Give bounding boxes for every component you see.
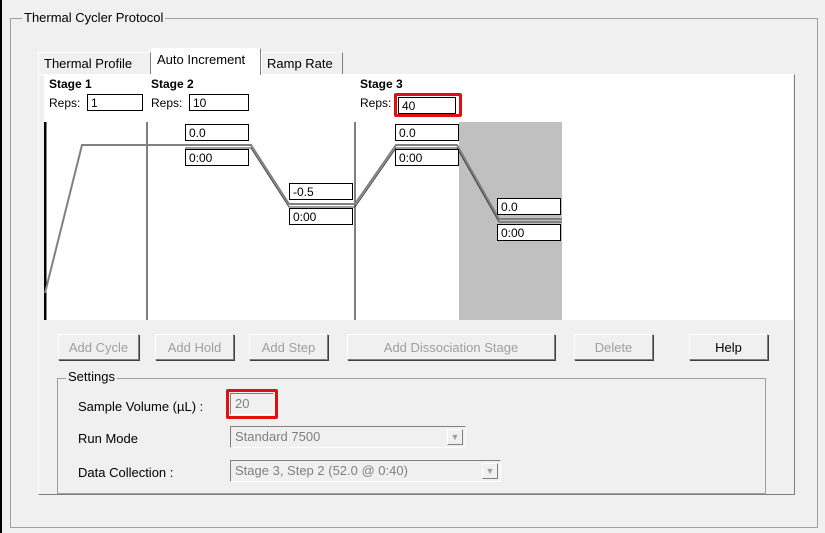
run-mode-value: Standard 7500	[235, 429, 321, 444]
stage-2-reps-label: Reps:	[151, 96, 183, 110]
tab-label: Ramp Rate	[267, 56, 333, 71]
left-border	[0, 0, 2, 533]
chevron-down-icon[interactable]: ▼	[482, 463, 498, 479]
thermal-cycler-protocol-title: Thermal Cycler Protocol	[22, 10, 166, 25]
stage-1-reps-input[interactable]: 1	[87, 94, 143, 111]
data-collection-value: Stage 3, Step 2 (52.0 @ 0:40)	[235, 463, 408, 478]
sample-volume-label: Sample Volume (µL) :	[78, 399, 204, 414]
add-cycle-button[interactable]: Add Cycle	[58, 334, 139, 360]
step-3-time[interactable]: 0:00	[395, 149, 459, 166]
stage-1-title: Stage 1	[49, 77, 92, 91]
stage-3-reps-highlight	[394, 93, 462, 117]
run-mode-select[interactable]: Standard 7500 ▼	[230, 426, 466, 448]
tab-auto-increment[interactable]: Auto Increment	[151, 48, 261, 75]
step-3-temperature[interactable]: 0.0	[395, 124, 459, 141]
settings-title: Settings	[66, 369, 117, 384]
tab-ramp-rate[interactable]: Ramp Rate	[261, 52, 343, 74]
step-1-temperature[interactable]: 0.0	[185, 124, 249, 141]
delete-button[interactable]: Delete	[574, 334, 653, 360]
step-2-temperature[interactable]: -0.5	[289, 183, 353, 200]
step-2-time[interactable]: 0:00	[289, 208, 353, 225]
add-step-button[interactable]: Add Step	[249, 334, 328, 360]
tab-thermal-profile[interactable]: Thermal Profile	[38, 52, 151, 74]
thermal-profile-canvas[interactable]: Stage 1 Reps: 1 Stage 2 Reps: 10 Stage 3…	[44, 75, 793, 320]
tab-label: Thermal Profile	[44, 56, 133, 71]
stage-3-title: Stage 3	[360, 77, 403, 91]
stage-3-reps-label: Reps:	[360, 96, 392, 110]
step-4-temperature[interactable]: 0.0	[497, 198, 561, 215]
add-dissociation-stage-button[interactable]: Add Dissociation Stage	[347, 334, 555, 360]
step-1-time[interactable]: 0:00	[185, 149, 249, 166]
run-mode-label: Run Mode	[78, 431, 138, 446]
chevron-down-icon[interactable]: ▼	[447, 429, 463, 445]
data-collection-select[interactable]: Stage 3, Step 2 (52.0 @ 0:40) ▼	[230, 460, 501, 482]
sample-volume-highlight	[226, 389, 278, 419]
step-4-time[interactable]: 0:00	[497, 224, 561, 241]
stage-1-reps-label: Reps:	[49, 96, 81, 110]
add-hold-button[interactable]: Add Hold	[155, 334, 234, 360]
stage-2-title: Stage 2	[151, 77, 194, 91]
selected-step-highlight	[459, 122, 562, 320]
data-collection-label: Data Collection :	[78, 465, 174, 480]
help-button[interactable]: Help	[689, 334, 768, 360]
tab-label: Auto Increment	[157, 52, 246, 67]
stage-2-reps-input[interactable]: 10	[189, 94, 249, 111]
